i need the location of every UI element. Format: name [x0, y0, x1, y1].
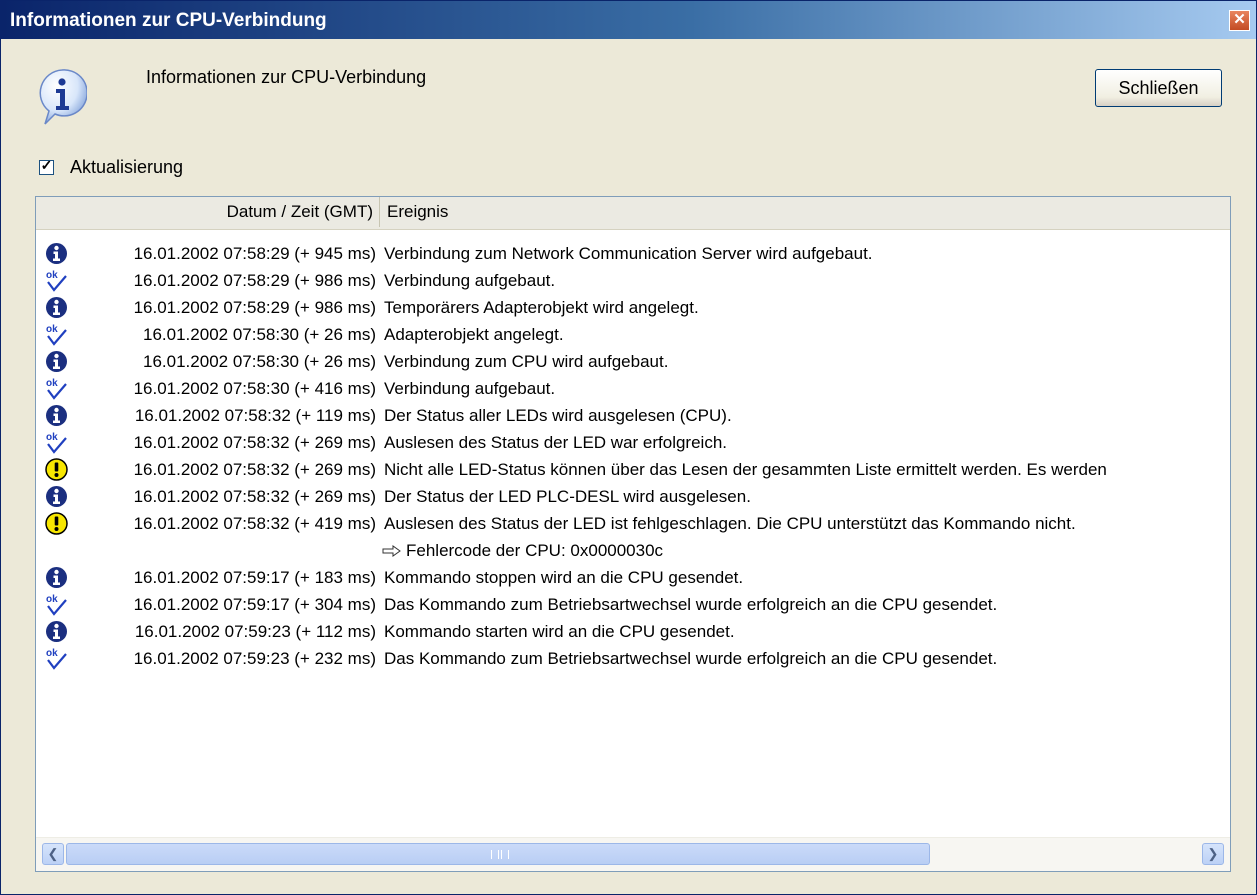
- column-header-event[interactable]: Ereignis: [387, 197, 448, 227]
- log-event-text: Auslesen des Status der LED war erfolgre…: [384, 433, 728, 452]
- log-row[interactable]: 16.01.2002 07:59:23 (+ 112 ms) Kommando s…: [36, 619, 1230, 646]
- log-row[interactable]: ok 16.01.2002 07:58:32 (+ 269 ms) Auslesen…: [36, 430, 1230, 457]
- log-timestamp: 16.01.2002 07:58:32 (+ 269 ms): [133, 460, 376, 479]
- log-timestamp: 16.01.2002 07:59:23 (+ 112 ms): [134, 622, 376, 641]
- grip-icon: [491, 850, 509, 859]
- log-timestamp: 16.01.2002 07:58:29 (+ 986 ms): [133, 298, 376, 317]
- arrow-right-icon: [382, 545, 401, 557]
- log-event-text: Verbindung zum CPU wird aufgebaut.: [384, 352, 669, 371]
- chevron-left-icon: ❮: [47, 846, 59, 861]
- event-log-list[interactable]: Datum / Zeit (GMT) Ereignis 16.01.2002 0…: [35, 196, 1231, 872]
- log-event-text: Adapterobjekt angelegt.: [384, 325, 564, 344]
- title-bar[interactable]: Informationen zur CPU-Verbindung ✕: [1, 1, 1256, 39]
- log-event-text: Der Status aller LEDs wird ausgelesen (C…: [384, 406, 732, 425]
- log-timestamp: 16.01.2002 07:58:32 (+ 119 ms): [134, 406, 376, 425]
- log-row[interactable]: 16.01.2002 07:58:32 (+ 119 ms) Der Status…: [36, 403, 1230, 430]
- log-event-text: Das Kommando zum Betriebsartwechsel wurd…: [384, 595, 998, 614]
- dialog-window: Informationen zur CPU-Verbindung ✕ Infor…: [0, 0, 1257, 895]
- list-header: Datum / Zeit (GMT) Ereignis: [36, 197, 1230, 230]
- log-row[interactable]: ok 16.01.2002 07:58:29 (+ 986 ms) Verbindu…: [36, 268, 1230, 295]
- log-event-text: Kommando stoppen wird an die CPU gesende…: [384, 568, 744, 587]
- check-mark-icon: ✓: [40, 157, 53, 173]
- window-close-button[interactable]: ✕: [1229, 10, 1250, 31]
- log-timestamp: 16.01.2002 07:58:32 (+ 269 ms): [133, 433, 376, 452]
- chevron-right-icon: ❯: [1207, 846, 1219, 861]
- log-timestamp: 16.01.2002 07:58:32 (+ 419 ms): [133, 514, 376, 533]
- log-timestamp: 16.01.2002 07:58:32 (+ 269 ms): [133, 487, 376, 506]
- scroll-left-button[interactable]: ❮: [42, 843, 64, 865]
- refresh-label[interactable]: Aktualisierung: [70, 157, 183, 178]
- log-row[interactable]: 16.01.2002 07:58:32 (+ 269 ms) Nicht alle…: [36, 457, 1230, 484]
- log-event-text: Das Kommando zum Betriebsartwechsel wurd…: [384, 649, 998, 668]
- scrollbar-thumb[interactable]: [66, 843, 930, 865]
- header-label: Informationen zur CPU-Verbindung: [146, 67, 427, 87]
- log-row[interactable]: 16.01.2002 07:58:32 (+ 419 ms) Auslesen d…: [36, 511, 1230, 538]
- log-row[interactable]: ok 16.01.2002 07:59:17 (+ 304 ms) Das Komm…: [36, 592, 1230, 619]
- log-event-text: Verbindung aufgebaut.: [384, 271, 556, 290]
- horizontal-scrollbar[interactable]: ❮ ❯: [36, 837, 1230, 871]
- log-event-text: Verbindung aufgebaut.: [384, 379, 556, 398]
- scroll-right-button[interactable]: ❯: [1202, 843, 1224, 865]
- log-row[interactable]: 16.01.2002 07:59:17 (+ 183 ms) Kommando s…: [36, 565, 1230, 592]
- close-icon: ✕: [1233, 11, 1246, 28]
- log-row[interactable]: 16.01.2002 07:58:29 (+ 945 ms) Verbindung…: [36, 241, 1230, 268]
- detail-row[interactable]: Fehlercode der CPU: 0x0000030c: [36, 538, 1230, 565]
- refresh-checkbox[interactable]: ✓: [39, 157, 54, 175]
- log-row[interactable]: ok 16.01.2002 07:58:30 (+ 26 ms) Adapterob…: [36, 322, 1230, 349]
- log-event-text: Nicht alle LED-Status können über das Le…: [384, 460, 1107, 479]
- log-event-text: Temporärers Adapterobjekt wird angelegt.: [384, 298, 699, 317]
- log-row[interactable]: 16.01.2002 07:58:32 (+ 269 ms) Der Status…: [36, 484, 1230, 511]
- log-timestamp: 16.01.2002 07:58:30 (+ 416 ms): [133, 379, 376, 398]
- log-timestamp: 16.01.2002 07:59:17 (+ 183 ms): [133, 568, 376, 587]
- log-timestamp: 16.01.2002 07:59:17 (+ 304 ms): [133, 595, 376, 614]
- log-timestamp: 16.01.2002 07:58:30 (+ 26 ms): [143, 325, 376, 344]
- log-timestamp: 16.01.2002 07:58:29 (+ 945 ms): [133, 244, 376, 263]
- log-row[interactable]: 16.01.2002 07:58:29 (+ 986 ms) Temporärer…: [36, 295, 1230, 322]
- close-dialog-button[interactable]: Schließen: [1095, 69, 1222, 107]
- log-timestamp: 16.01.2002 07:58:29 (+ 986 ms): [133, 271, 376, 290]
- column-header-time[interactable]: Datum / Zeit (GMT): [36, 197, 380, 227]
- log-event-text: Kommando starten wird an die CPU gesende…: [384, 622, 735, 641]
- log-row[interactable]: 16.01.2002 07:58:30 (+ 26 ms) Verbindung …: [36, 349, 1230, 376]
- log-row[interactable]: ok 16.01.2002 07:59:23 (+ 232 ms) Das Komm…: [36, 646, 1230, 673]
- window-title: Informationen zur CPU-Verbindung: [10, 10, 327, 31]
- log-timestamp: 16.01.2002 07:59:23 (+ 232 ms): [133, 649, 376, 668]
- log-event-text: Verbindung zum Network Communication Ser…: [384, 244, 873, 263]
- log-row[interactable]: ok 16.01.2002 07:58:30 (+ 416 ms) Verbindu…: [36, 376, 1230, 403]
- log-event-text: Auslesen des Status der LED ist fehlgesc…: [384, 514, 1076, 533]
- log-timestamp: 16.01.2002 07:58:30 (+ 26 ms): [143, 352, 376, 371]
- info-icon: [39, 69, 87, 125]
- log-event-text: Der Status der LED PLC-DESL wird ausgele…: [384, 487, 751, 506]
- log-detail-text: Fehlercode der CPU: 0x0000030c: [406, 541, 664, 560]
